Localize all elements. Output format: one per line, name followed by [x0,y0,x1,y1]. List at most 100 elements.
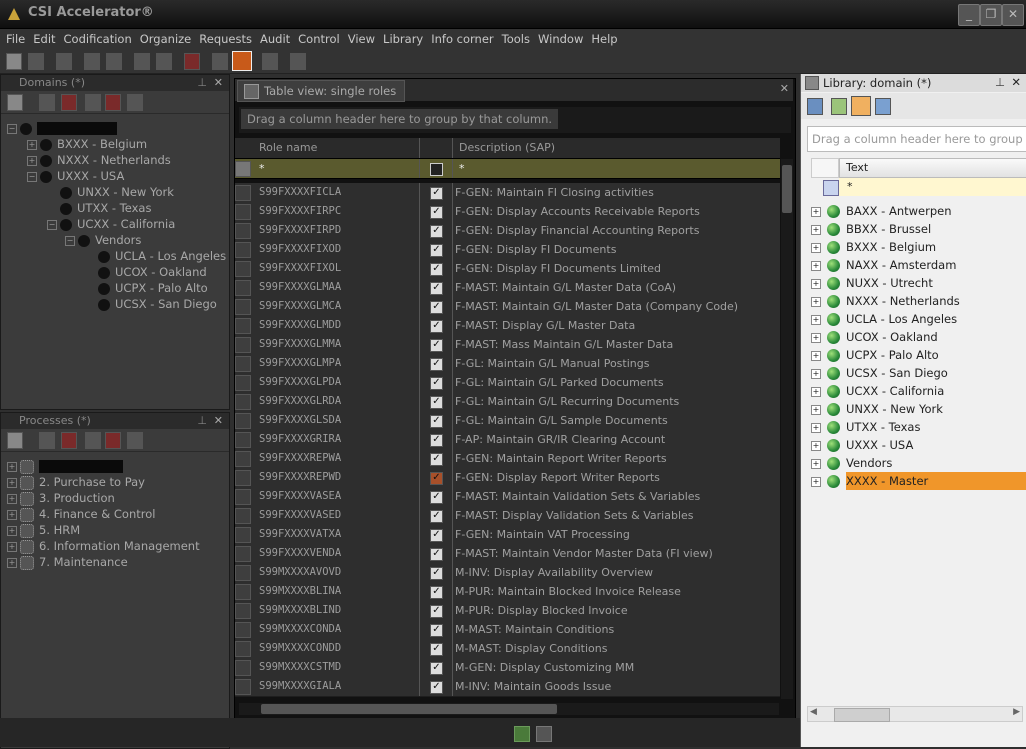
move-domain-icon[interactable] [85,94,101,111]
role-checkbox[interactable]: ✓ [430,643,443,656]
row-selector[interactable] [235,527,251,543]
expand-toggle-icon[interactable]: + [7,557,17,568]
library-list-item[interactable]: + XXXX - Master [811,472,1026,490]
table-row[interactable]: S99FXXXXFIRPC ✓ F-GEN: Display Accounts Re… [235,202,780,222]
role-checkbox[interactable]: ✓ [430,624,443,637]
role-checkbox[interactable]: ✓ [430,282,443,295]
domain-tree-item[interactable]: UCLA - Los Angeles [85,248,226,264]
role-checkbox[interactable]: ✓ [430,263,443,276]
undo-icon[interactable] [84,53,100,70]
close-panel-icon[interactable]: ✕ [214,75,223,91]
row-selector[interactable] [235,489,251,505]
row-selector[interactable] [235,375,251,391]
role-checkbox[interactable]: ✓ [430,491,443,504]
library-list-item[interactable]: + BAXX - Antwerpen [811,202,1023,220]
sort-descending-icon[interactable] [875,98,891,115]
row-selector[interactable] [235,318,251,334]
table-row[interactable]: S99FXXXXGLMCA ✓ F-MAST: Maintain G/L Maste… [235,297,780,317]
table-row[interactable]: S99FXXXXFIRPD ✓ F-GEN: Display Financial A… [235,221,780,241]
table-row[interactable]: S99FXXXXVATXA ✓ F-GEN: Maintain VAT Proces… [235,525,780,545]
scroll-right-icon[interactable]: ▶ [1013,707,1020,717]
new-domain-icon[interactable] [7,94,23,111]
table-row[interactable]: S99MXXXXCONDD ✓ M-MAST: Display Conditions [235,639,780,659]
expand-toggle-icon[interactable]: − [65,235,75,246]
sort-ascending-icon[interactable] [851,96,871,116]
row-selector[interactable] [235,641,251,657]
process-tree-item[interactable]: +7. Maintenance [7,554,128,570]
domain-tree-item[interactable]: UCSX - San Diego [85,296,217,312]
library-list-item[interactable]: + UCOX - Oakland [811,328,1023,346]
row-selector[interactable] [235,546,251,562]
close-panel-icon[interactable]: ✕ [214,413,223,429]
expand-toggle-icon[interactable]: + [811,242,821,253]
library-list-item[interactable]: + NUXX - Utrecht [811,274,1023,292]
menu-help[interactable]: Help [587,29,621,49]
library-list-item[interactable]: + UTXX - Texas [811,418,1023,436]
settings-domain-icon[interactable] [127,94,143,111]
process-tree-item[interactable]: +5. HRM [7,522,80,538]
expand-toggle-icon[interactable]: + [811,458,821,469]
group-by-area[interactable]: Drag a column header here to group by th… [239,107,791,133]
active-tool-icon[interactable] [232,51,252,71]
pin-icon[interactable]: ⊥ [197,75,207,91]
menu-library[interactable]: Library [379,29,427,49]
row-selector[interactable] [235,470,251,486]
domain-tree-item[interactable]: UNXX - New York [47,184,174,200]
delete-domain-icon[interactable] [61,94,77,111]
settings-process-icon[interactable] [127,432,143,449]
role-checkbox[interactable]: ✓ [430,187,443,200]
table-row[interactable]: S99MXXXXBLINA ✓ M-PUR: Maintain Blocked In… [235,582,780,602]
status-save-icon[interactable] [514,726,530,742]
library-list-item[interactable]: + UCSX - San Diego [811,364,1023,382]
close-window-button[interactable]: ✕ [1002,4,1024,26]
row-selector[interactable] [235,204,251,220]
library-scroll-thumb[interactable] [834,708,890,722]
expand-toggle-icon[interactable]: + [811,314,821,325]
menu-organize[interactable]: Organize [136,29,196,49]
menu-window[interactable]: Window [534,29,587,49]
library-list-item[interactable]: + Vendors [811,454,1023,472]
save-icon[interactable] [28,53,44,70]
role-checkbox[interactable]: ✓ [430,339,443,352]
horizontal-scroll-thumb[interactable] [261,704,557,714]
expand-toggle-icon[interactable]: + [7,541,17,552]
col-checkbox[interactable] [419,138,453,158]
menu-file[interactable]: File [2,29,29,49]
delete-icon[interactable] [184,53,200,70]
library-list-item[interactable]: + UXXX - USA [811,436,1023,454]
domain-tree-item[interactable]: UTXX - Texas [47,200,151,216]
library-horizontal-scrollbar[interactable]: ◀ ▶ [807,706,1023,722]
process-tree-item[interactable]: +3. Production [7,490,115,506]
filter-checkbox-cell[interactable] [419,159,453,178]
row-selector[interactable] [235,261,251,277]
row-selector[interactable] [235,451,251,467]
remove-domain-icon[interactable] [105,94,121,111]
library-filter-value[interactable]: * [839,180,853,193]
expand-toggle-icon[interactable]: + [811,440,821,451]
table-row[interactable]: S99MXXXXCONDA ✓ M-MAST: Maintain Condition… [235,620,780,640]
row-selector[interactable] [235,508,251,524]
table-row[interactable]: S99FXXXXGRIRA ✓ F-AP: Maintain GR/IR Clear… [235,430,780,450]
scroll-left-icon[interactable]: ◀ [810,707,817,717]
report-icon[interactable] [290,53,306,70]
expand-toggle-icon[interactable]: + [7,477,17,488]
role-checkbox[interactable]: ✓ [430,453,443,466]
process-root[interactable]: + [7,458,123,474]
col-text[interactable]: Text [839,158,1026,178]
expand-toggle-icon[interactable]: + [811,206,821,217]
domain-tree-item[interactable]: + NXXX - Netherlands [27,152,171,168]
row-selector[interactable] [235,185,251,201]
table-row[interactable]: S99FXXXXGLMDD ✓ F-MAST: Display G/L Master… [235,316,780,336]
role-checkbox[interactable]: ✓ [430,225,443,238]
role-checkbox[interactable]: ✓ [430,681,443,694]
library-group-by-area[interactable]: Drag a column header here to group by [807,126,1026,152]
role-checkbox[interactable]: ✓ [430,434,443,447]
menu-view[interactable]: View [344,29,379,49]
expand-toggle-icon[interactable]: − [47,219,57,230]
vertical-scroll-thumb[interactable] [782,165,792,213]
table-row[interactable]: S99MXXXXGIALA ✓ M-INV: Maintain Goods Issu… [235,677,780,697]
expand-toggle-icon[interactable]: + [7,509,17,520]
row-selector[interactable] [235,299,251,315]
menu-edit[interactable]: Edit [29,29,59,49]
role-checkbox[interactable]: ✓ [430,320,443,333]
